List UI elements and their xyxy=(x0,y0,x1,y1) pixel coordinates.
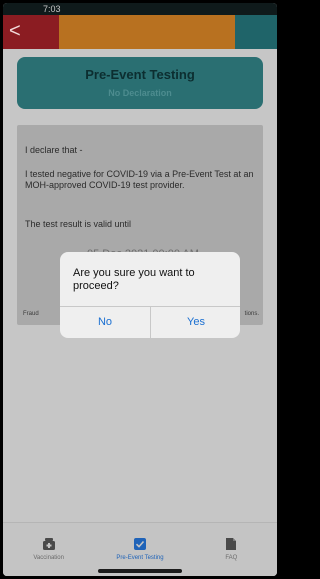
tab-faq-label: FAQ xyxy=(225,555,238,561)
declaration-status: No Declaration xyxy=(108,88,172,98)
top-bar: < xyxy=(3,15,277,49)
declaration-validity: The test result is valid until xyxy=(25,219,132,229)
declaration-statement: I tested negative for COVID-19 via a Pre… xyxy=(25,169,254,190)
checkbox-icon xyxy=(133,538,146,550)
header-orange-segment xyxy=(59,15,235,49)
header-red-segment: < xyxy=(3,15,59,49)
fraud-note: Fraud xyxy=(23,311,39,317)
page-title: Pre-Event Testing xyxy=(85,67,195,82)
yes-button[interactable]: Yes xyxy=(151,307,240,338)
header-teal-segment xyxy=(235,15,277,49)
dialog-message: Are you sure you want to proceed? xyxy=(73,267,195,292)
status-time: 7:03 xyxy=(43,4,61,14)
confirm-dialog: Are you sure you want to proceed? No Yes xyxy=(60,252,240,338)
pre-event-testing-card: Pre-Event Testing No Declaration xyxy=(17,57,263,109)
tab-vaccination[interactable]: Vaccination xyxy=(3,523,94,576)
chevron-left-icon: < xyxy=(9,20,21,42)
status-bar: 7:03 xyxy=(3,3,277,15)
declaration-intro: I declare that - xyxy=(25,145,83,155)
conditions-note: tions. xyxy=(244,311,259,317)
home-indicator xyxy=(98,569,182,573)
bottom-tab-bar: Vaccination Pre-Event Testing FAQ xyxy=(3,522,277,576)
vaccination-icon xyxy=(42,538,55,550)
tab-faq[interactable]: FAQ xyxy=(186,523,277,576)
faq-icon xyxy=(226,538,237,550)
no-button[interactable]: No xyxy=(60,307,150,338)
tab-vaccination-label: Vaccination xyxy=(33,555,64,561)
back-button[interactable]: < xyxy=(9,20,31,44)
app-screen: 7:03 < Pre-Event Testing No Declaration … xyxy=(3,3,277,576)
tab-pre-event-testing-label: Pre-Event Testing xyxy=(116,555,164,561)
